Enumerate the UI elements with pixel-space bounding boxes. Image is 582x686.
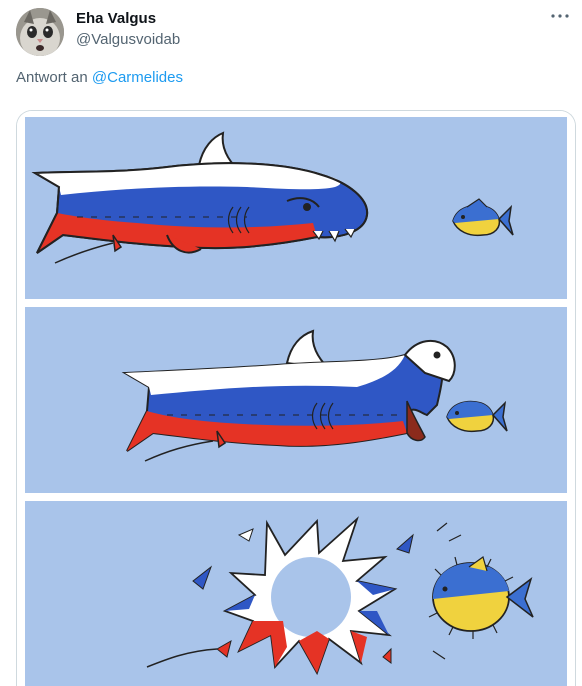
more-horizontal-icon[interactable] xyxy=(548,6,572,26)
author-name[interactable]: Eha Valgus xyxy=(76,10,156,27)
avatar[interactable] xyxy=(16,8,64,56)
cat-avatar-icon xyxy=(16,8,64,56)
comic-image xyxy=(17,111,575,686)
reply-prefix: Antwort an xyxy=(16,69,88,86)
tweet-media[interactable] xyxy=(16,110,576,686)
reply-mention-link[interactable]: @Carmelides xyxy=(92,69,183,86)
author-handle[interactable]: @Valgusvoidab xyxy=(76,31,180,48)
tweet-header: Eha Valgus @Valgusvoidab xyxy=(0,0,582,70)
reply-context: Antwort an @Carmelides xyxy=(16,69,183,86)
